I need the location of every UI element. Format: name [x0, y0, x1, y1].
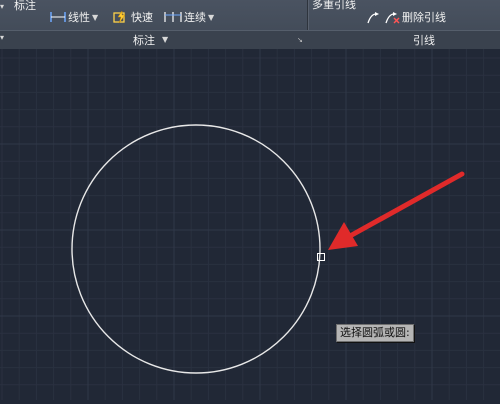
leader-panel-title: 引线	[413, 34, 435, 47]
continue-dimension-icon	[164, 11, 182, 23]
delete-leader-label: 删除引线	[402, 11, 446, 24]
left-edge-arrow-icon[interactable]: ▾	[0, 2, 4, 11]
multileader-label: 多重引线	[312, 0, 356, 11]
add-leader-icon	[366, 10, 382, 24]
delete-leader-icon	[384, 10, 400, 24]
red-arrow-annotation	[328, 171, 465, 250]
annotation-panel-top-label: 标注	[14, 0, 36, 12]
drawing-canvas[interactable]: 选择圆弧或圆:	[0, 49, 500, 400]
quick-dimension-button[interactable]: 快速	[113, 9, 153, 25]
continue-dropdown-icon[interactable]: ▼	[208, 13, 214, 22]
annotation-panel-expand-icon[interactable]: ▼	[162, 35, 168, 44]
continue-dimension-label: 连续	[184, 11, 206, 24]
delete-leader-button[interactable]: 删除引线	[366, 9, 446, 25]
quick-dimension-icon	[113, 10, 129, 24]
linear-dimension-label: 线性	[68, 11, 90, 24]
linear-dropdown-icon[interactable]: ▼	[92, 13, 98, 22]
linear-dimension-button[interactable]: 线性 ▼	[50, 9, 98, 25]
ribbon: 标注 线性 ▼ 快速 连续 ▼ 多重引线 删除引线 标注 ▼ ↘ 引线 ▾ ▾	[0, 0, 500, 49]
linear-dimension-icon	[50, 11, 66, 23]
left-edge-arrow-icon-2[interactable]: ▾	[0, 33, 4, 42]
dialog-launcher-icon[interactable]: ↘	[297, 37, 303, 44]
quick-dimension-label: 快速	[131, 11, 153, 24]
annotation-panel-title[interactable]: 标注	[133, 32, 155, 48]
command-prompt-tooltip: 选择圆弧或圆:	[336, 324, 414, 342]
continue-dimension-button[interactable]: 连续 ▼	[164, 9, 214, 25]
pickbox-cursor	[317, 253, 325, 261]
canvas-svg	[0, 49, 500, 400]
drawn-circle[interactable]	[71, 124, 321, 374]
